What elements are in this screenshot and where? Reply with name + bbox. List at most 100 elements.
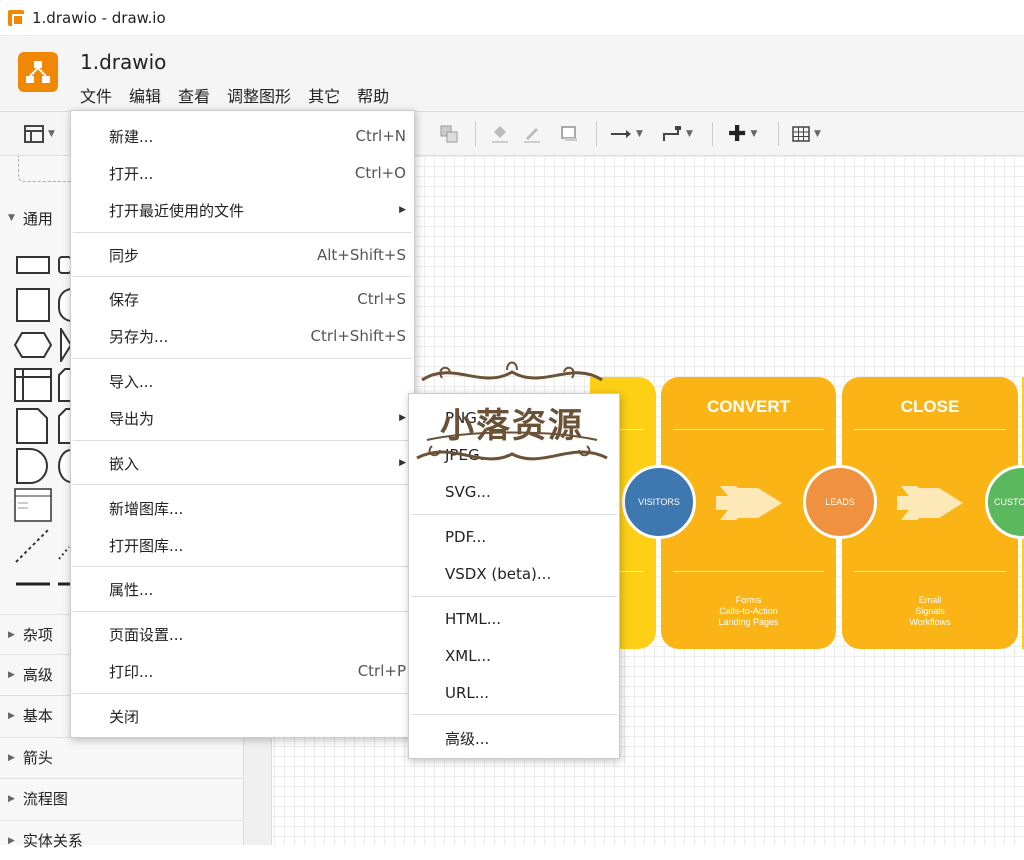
- waypoints-button[interactable]: ▼: [662, 122, 693, 146]
- menu-item-save-as[interactable]: 另存为... Ctrl+Shift+S: [71, 318, 414, 354]
- rectangle-shape[interactable]: [16, 256, 50, 274]
- square-shape[interactable]: [16, 288, 50, 322]
- table-button[interactable]: ▼: [792, 122, 821, 146]
- menu-help[interactable]: 帮助: [357, 83, 397, 107]
- list-shape[interactable]: [14, 488, 52, 522]
- menu-edit[interactable]: 编辑: [129, 83, 169, 107]
- export-vsdx[interactable]: VSDX (beta)...: [409, 556, 619, 592]
- paint-bucket-icon: [492, 126, 508, 143]
- window-title: 1.drawio - draw.io: [32, 8, 166, 27]
- flow-arrow-icon: [897, 486, 963, 520]
- menu-item-print[interactable]: 打印... Ctrl+P: [71, 653, 414, 689]
- fill-color-button[interactable]: [490, 122, 510, 146]
- menu-item-export-as[interactable]: 导出为 ▶: [71, 400, 414, 436]
- menu-item-label: 新增图库...: [109, 499, 184, 518]
- dashed-line-shape[interactable]: [14, 528, 50, 564]
- triangle-right-icon: ▶: [8, 710, 15, 721]
- menu-extras[interactable]: 其它: [308, 83, 348, 107]
- card-title: CLOSE: [900, 397, 960, 416]
- sidebar-category-label: 通用: [22, 209, 53, 228]
- menu-item-page-setup[interactable]: 页面设置...: [71, 616, 414, 652]
- export-png[interactable]: PNG...: [409, 400, 619, 436]
- submenu-arrow-icon: ▶: [399, 458, 406, 468]
- menu-divider: [73, 611, 412, 612]
- shadow-button[interactable]: [560, 122, 580, 146]
- menu-item-label: 嵌入: [109, 454, 140, 473]
- menu-view[interactable]: 查看: [178, 83, 218, 107]
- chevron-down-icon: ▼: [750, 129, 758, 139]
- app-icon: [8, 9, 24, 26]
- menu-item-shortcut: Ctrl+P: [357, 662, 406, 680]
- menu-item-embed[interactable]: 嵌入 ▶: [71, 445, 414, 481]
- menu-item-import[interactable]: 导入...: [71, 363, 414, 399]
- insert-button[interactable]: ✚ ▼: [728, 122, 758, 147]
- menu-item-label: XML...: [445, 647, 491, 665]
- pencil-icon: [524, 128, 540, 143]
- menu-item-label: 页面设置...: [109, 625, 184, 644]
- export-advanced[interactable]: 高级...: [409, 720, 619, 756]
- export-xml[interactable]: XML...: [409, 638, 619, 674]
- menu-item-label: 打开图库...: [109, 536, 184, 555]
- document-title[interactable]: 1.drawio: [80, 50, 166, 74]
- leads-bubble[interactable]: LEADS: [803, 465, 877, 539]
- menu-item-label: 打开...: [109, 164, 154, 183]
- chevron-down-icon: ▼: [686, 129, 693, 139]
- to-back-icon: [440, 125, 458, 143]
- connection-style-button[interactable]: ▼: [610, 122, 643, 146]
- export-jpeg[interactable]: JPEG...: [409, 437, 619, 473]
- menu-divider: [73, 358, 412, 359]
- export-url[interactable]: URL...: [409, 675, 619, 711]
- menu-item-new[interactable]: 新建... Ctrl+N: [71, 118, 414, 154]
- menu-item-label: 打开最近使用的文件: [109, 201, 245, 220]
- menu-item-open-library[interactable]: 打开图库...: [71, 527, 414, 563]
- visitors-bubble[interactable]: VISITORS: [622, 465, 696, 539]
- drawio-logo-icon: [18, 52, 58, 92]
- menu-item-label: PNG...: [445, 409, 492, 427]
- menu-item-label: 同步: [109, 246, 140, 265]
- menu-item-label: 打印...: [109, 662, 154, 681]
- line-color-button[interactable]: [522, 122, 542, 146]
- menu-item-shortcut: Ctrl+O: [354, 164, 406, 182]
- container-shape[interactable]: [14, 368, 52, 402]
- menu-item-properties[interactable]: 属性...: [71, 571, 414, 607]
- menu-item-save[interactable]: 保存 Ctrl+S: [71, 281, 414, 317]
- menu-item-close[interactable]: 关闭: [71, 698, 414, 734]
- export-svg[interactable]: SVG...: [409, 474, 619, 510]
- export-html[interactable]: HTML...: [409, 601, 619, 637]
- menu-item-open-recent[interactable]: 打开最近使用的文件 ▶: [71, 192, 414, 228]
- export-pdf[interactable]: PDF...: [409, 519, 619, 555]
- hexagon-shape[interactable]: [14, 332, 52, 358]
- format-panel-button[interactable]: ▼: [24, 122, 55, 146]
- line-shape[interactable]: [14, 576, 74, 592]
- dotted-line-shape[interactable]: [58, 546, 70, 560]
- card-divider: [673, 429, 824, 430]
- menu-item-new-library[interactable]: 新增图库...: [71, 490, 414, 526]
- card-divider: [854, 571, 1006, 572]
- menu-divider: [73, 232, 412, 233]
- menu-item-label: JPEG...: [445, 446, 494, 464]
- sidebar-category-arrows[interactable]: ▶ 箭头: [0, 737, 244, 777]
- sidebar-category-flowchart[interactable]: ▶ 流程图: [0, 778, 244, 818]
- menu-item-sync[interactable]: 同步 Alt+Shift+S: [71, 237, 414, 273]
- app-header: 1.drawio 文件 编辑 查看 调整图形 其它 帮助: [0, 36, 1024, 112]
- menu-arrange[interactable]: 调整图形: [227, 83, 299, 107]
- menu-file[interactable]: 文件: [80, 83, 120, 107]
- sidebar-category-label: 高级: [22, 666, 53, 684]
- menu-item-shortcut: Ctrl+N: [355, 127, 406, 145]
- waypoint-icon: [663, 126, 681, 141]
- menu-item-label: URL...: [445, 684, 490, 702]
- card-divider: [673, 571, 824, 572]
- menu-item-label: 关闭: [109, 707, 140, 726]
- triangle-down-icon: ▼: [8, 213, 15, 223]
- sidebar-category-entity-relation[interactable]: ▶ 实体关系: [0, 820, 244, 860]
- submenu-arrow-icon: ▶: [399, 205, 406, 215]
- menu-item-open[interactable]: 打开... Ctrl+O: [71, 155, 414, 191]
- menu-item-label: VSDX (beta)...: [445, 565, 552, 583]
- search-shapes-box[interactable]: [18, 156, 78, 182]
- chevron-down-icon: ▼: [636, 129, 643, 139]
- menubar: 文件 编辑 查看 调整图形 其它 帮助: [80, 83, 406, 107]
- delay-shape[interactable]: [16, 448, 48, 484]
- toolbar-divider: [475, 122, 476, 146]
- to-back-button[interactable]: [440, 122, 458, 146]
- document-shape[interactable]: [16, 408, 48, 444]
